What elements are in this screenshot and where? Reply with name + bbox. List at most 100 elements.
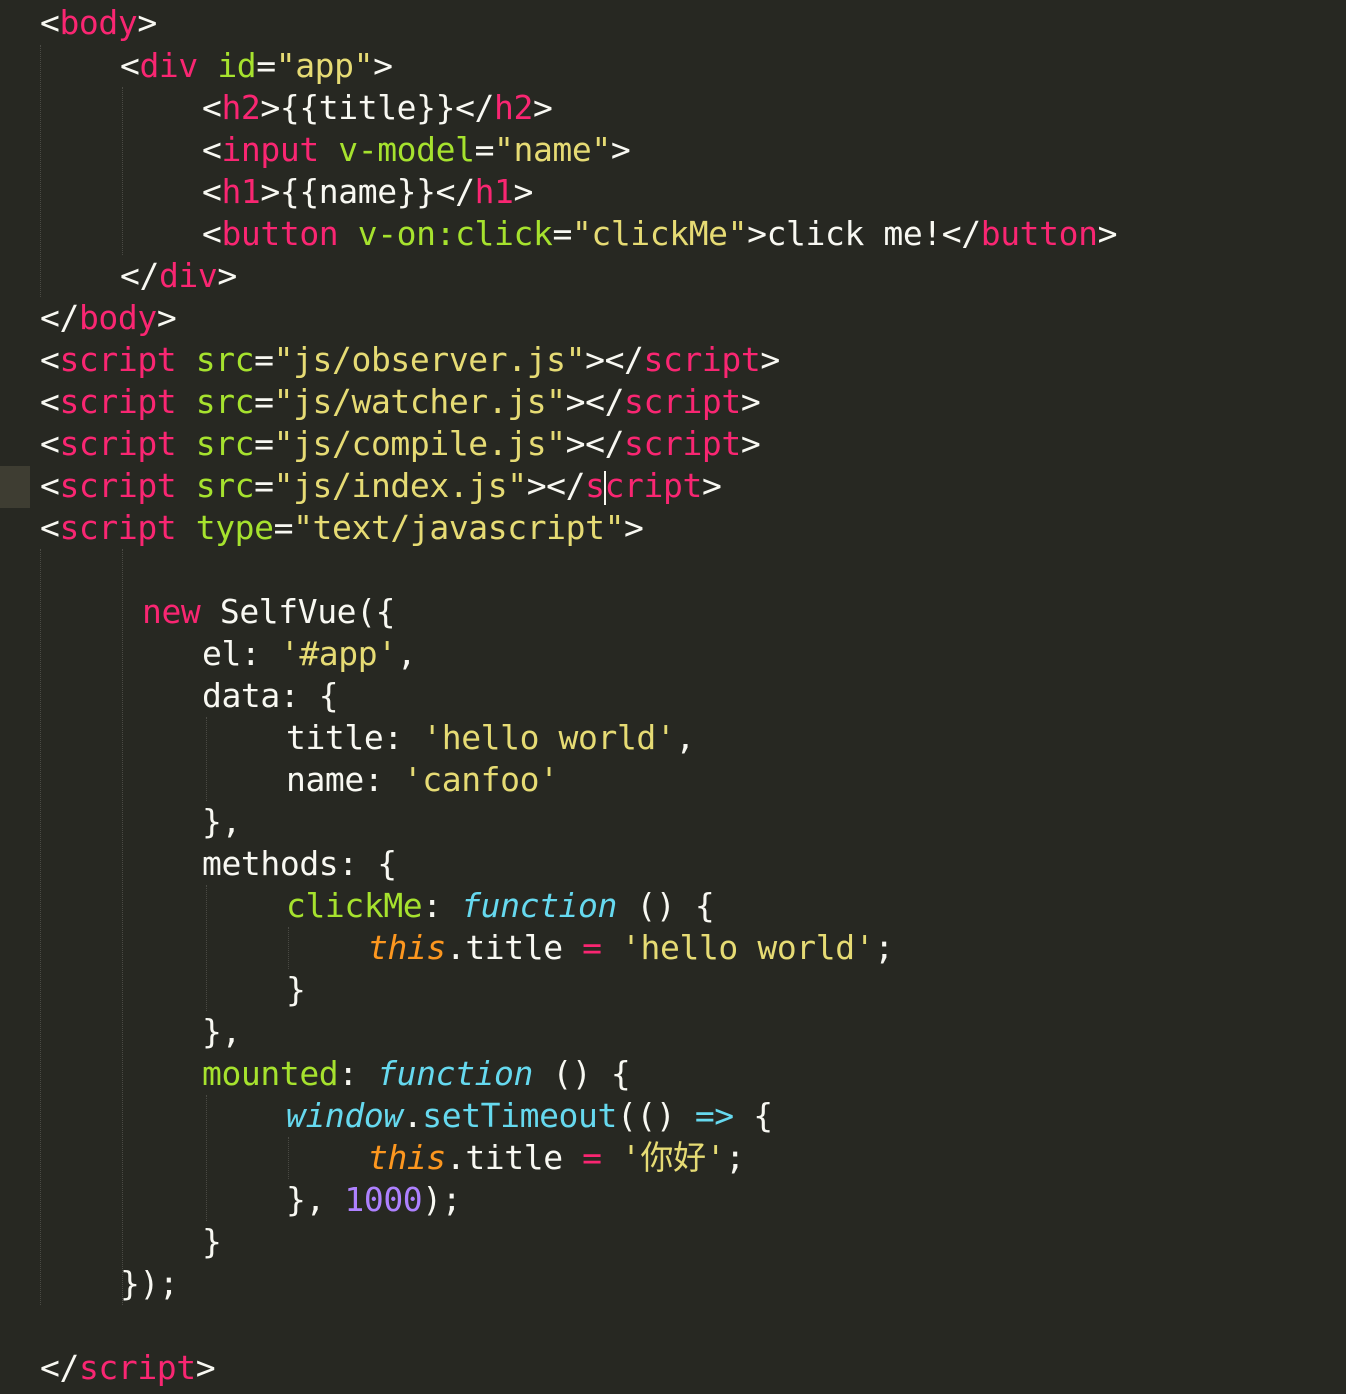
- code-token: ;: [874, 928, 894, 967]
- code-line[interactable]: <script src="js/index.js"></script>: [40, 465, 722, 507]
- code-line[interactable]: <input v-model="name">: [202, 129, 631, 171]
- code-token: >: [760, 340, 780, 379]
- code-token: script: [59, 424, 177, 463]
- code-token: <: [40, 466, 60, 505]
- code-token: >: [137, 3, 157, 42]
- code-line[interactable]: el: '#app',: [202, 633, 417, 675]
- code-token: >: [740, 382, 761, 421]
- code-token: script: [59, 340, 177, 379]
- code-line[interactable]: }: [202, 1221, 222, 1263]
- code-token: "js/watcher.js": [273, 382, 566, 421]
- code-token: .title: [445, 928, 583, 967]
- code-token: mounted: [202, 1054, 339, 1093]
- code-token: v-on:click: [357, 214, 553, 253]
- code-line[interactable]: <script type="text/javascript">: [40, 507, 644, 549]
- code-token: 'hello world': [422, 718, 676, 757]
- code-line[interactable]: name: 'canfoo': [286, 759, 559, 801]
- code-line[interactable]: <script src="js/compile.js"></script>: [40, 423, 761, 465]
- code-token: =: [273, 508, 294, 547]
- code-line[interactable]: }: [286, 969, 306, 1011]
- code-token: SelfVue({: [200, 592, 396, 631]
- code-token: 'hello world': [621, 928, 875, 967]
- current-line-gutter-marker: [0, 466, 30, 508]
- code-line[interactable]: title: 'hello world',: [286, 717, 695, 759]
- code-token: '#app': [279, 634, 397, 673]
- code-token: type: [195, 508, 274, 547]
- code-token: body: [59, 3, 138, 42]
- code-token: </: [40, 298, 79, 337]
- code-token: setTimeout: [422, 1096, 617, 1135]
- code-token: h1: [474, 172, 514, 211]
- code-token: id: [217, 46, 257, 85]
- code-line[interactable]: <h2>{{title}}</h2>: [202, 87, 553, 129]
- code-token: h2: [494, 88, 533, 127]
- code-token: div: [158, 256, 218, 295]
- code-line[interactable]: <h1>{{name}}</h1>: [202, 171, 533, 213]
- code-line[interactable]: window.setTimeout(() => {: [286, 1095, 773, 1137]
- code-editor[interactable]: <body> <div id="app"> <h2>{{title}}</h2> <i…: [0, 0, 1346, 1394]
- code-line[interactable]: mounted: function () {: [202, 1053, 631, 1095]
- code-line[interactable]: });: [120, 1263, 179, 1305]
- code-token: <: [202, 214, 222, 253]
- code-token: v-model: [338, 130, 475, 169]
- code-token: 1000: [344, 1180, 423, 1219]
- indent-guide: [206, 885, 207, 1011]
- code-token: {: [733, 1096, 773, 1135]
- code-token: data: {: [202, 676, 339, 715]
- code-token: el:: [202, 634, 280, 673]
- indent-guide: [288, 927, 289, 969]
- code-line[interactable]: this.title = '你好';: [368, 1137, 745, 1179]
- code-line[interactable]: <div id="app">: [120, 45, 393, 87]
- code-token: "js/observer.js": [273, 340, 586, 379]
- code-token: () {: [532, 1054, 631, 1093]
- code-line[interactable]: clickMe: function () {: [286, 885, 715, 927]
- code-line[interactable]: <body>: [40, 2, 157, 44]
- code-line[interactable]: },: [202, 1011, 241, 1053]
- code-line[interactable]: methods: {: [202, 843, 397, 885]
- code-token: clickMe: [286, 886, 423, 925]
- code-token: =: [474, 130, 495, 169]
- code-line[interactable]: data: {: [202, 675, 339, 717]
- code-line[interactable]: },: [202, 801, 241, 843]
- code-token: =: [254, 382, 274, 421]
- code-token: }: [202, 1222, 222, 1261]
- code-token: src: [195, 424, 255, 463]
- code-token: .: [402, 1096, 423, 1135]
- code-token: >: [1097, 214, 1118, 253]
- code-token: </: [120, 256, 159, 295]
- code-token: =: [582, 1138, 602, 1177]
- code-line[interactable]: </script>: [40, 1347, 216, 1389]
- code-line[interactable]: new SelfVue({: [142, 591, 395, 633]
- code-token: >: [156, 298, 177, 337]
- code-token: =: [552, 214, 572, 253]
- code-token: <: [202, 88, 222, 127]
- code-token: name:: [286, 760, 403, 799]
- code-line[interactable]: </body>: [40, 297, 177, 339]
- code-line[interactable]: <script src="js/observer.js"></script>: [40, 339, 780, 381]
- code-token: h1: [221, 172, 261, 211]
- code-token: script: [643, 340, 761, 379]
- code-token: .title: [445, 1138, 583, 1177]
- code-token: },: [286, 1180, 345, 1219]
- code-token: ,: [675, 718, 695, 757]
- code-token: ></: [565, 424, 625, 463]
- code-line[interactable]: </div>: [120, 255, 237, 297]
- code-token: },: [202, 1012, 241, 1051]
- code-token: "clickMe": [571, 214, 748, 253]
- code-token: <: [202, 130, 222, 169]
- code-line[interactable]: }, 1000);: [286, 1179, 462, 1221]
- code-line[interactable]: this.title = 'hello world';: [368, 927, 894, 969]
- code-line[interactable]: <script src="js/watcher.js"></script>: [40, 381, 761, 423]
- code-token: script: [624, 424, 741, 463]
- code-line[interactable]: <button v-on:click="clickMe">click me!</…: [202, 213, 1117, 255]
- indent-guide: [122, 87, 123, 255]
- code-token: title:: [286, 718, 423, 757]
- code-token: <: [40, 3, 60, 42]
